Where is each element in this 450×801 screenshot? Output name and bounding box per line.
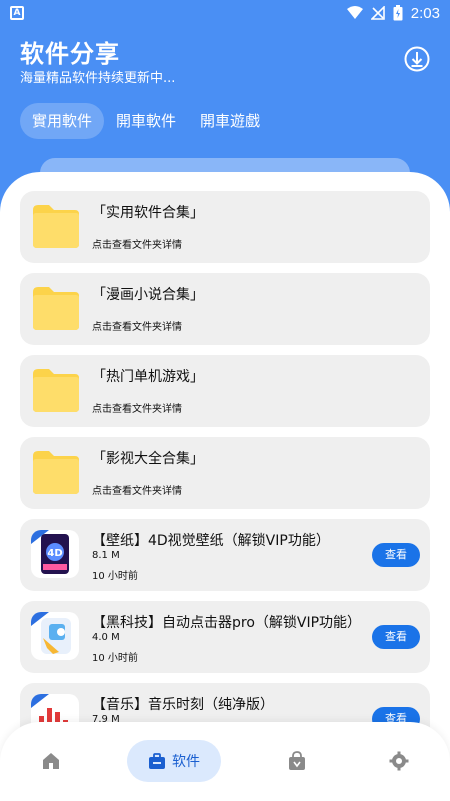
view-button[interactable]: 查看 xyxy=(372,625,420,649)
folder-card[interactable]: 「漫画小说合集」 点击查看文件夹详情 xyxy=(20,273,430,345)
folder-subtitle: 点击查看文件夹详情 xyxy=(92,486,182,497)
app-card[interactable]: 【黑科技】自动点击器pro（解锁VIP功能） 4.0 M 10 小时前 查看 xyxy=(20,601,430,673)
folder-card[interactable]: 「影视大全合集」 点击查看文件夹详情 xyxy=(20,437,430,509)
folder-title: 「热门单机游戏」 xyxy=(92,369,204,385)
app-time: 10 小时前 xyxy=(92,571,138,582)
folder-title: 「实用软件合集」 xyxy=(92,205,204,221)
tab-practical-software[interactable]: 實用軟件 xyxy=(20,103,105,139)
nav-software[interactable]: 软件 xyxy=(127,740,221,782)
nav-settings[interactable] xyxy=(378,740,420,782)
folder-icon xyxy=(33,451,79,494)
app-notification-icon: A xyxy=(10,6,24,20)
app-card[interactable]: 4D 【壁纸】4D视觉壁纸（解锁VIP功能） 8.1 M 10 小时前 查看 xyxy=(20,519,430,591)
status-time: 2:03 xyxy=(410,4,440,22)
folder-title: 「漫画小说合集」 xyxy=(92,287,204,303)
tab-driving-software[interactable]: 開車軟件 xyxy=(104,103,188,139)
home-icon xyxy=(43,753,59,769)
folder-icon xyxy=(33,205,79,248)
app-time: 10 小时前 xyxy=(92,653,138,664)
folder-icon xyxy=(33,287,79,330)
nav-software-label: 软件 xyxy=(172,754,200,770)
view-button[interactable]: 查看 xyxy=(372,543,420,567)
nav-home[interactable] xyxy=(30,740,72,782)
auto-clicker-app-icon xyxy=(31,612,79,660)
download-icon xyxy=(404,46,430,72)
header: A 2:03 软件分享 海量精品软件持续更新中... 實用軟件 開車軟件 開車遊… xyxy=(0,0,450,200)
folder-subtitle: 点击查看文件夹详情 xyxy=(92,404,182,415)
toolbox-icon xyxy=(149,753,165,769)
app-size: 4.0 M xyxy=(92,632,120,643)
battery-icon xyxy=(393,5,403,21)
settings-icon xyxy=(389,751,409,771)
svg-text:4D: 4D xyxy=(47,548,62,559)
folder-card[interactable]: 「实用软件合集」 点击查看文件夹详情 xyxy=(20,191,430,263)
category-tabs: 實用軟件 開車軟件 開車遊戲 xyxy=(20,103,272,139)
tab-driving-games[interactable]: 開車遊戲 xyxy=(188,103,272,139)
app-title: 【音乐】音乐时刻（纯净版） xyxy=(92,697,274,713)
page-subtitle: 海量精品软件持续更新中... xyxy=(20,71,176,86)
download-button[interactable] xyxy=(404,46,430,72)
folder-title: 「影视大全合集」 xyxy=(92,451,204,467)
content-panel: 「实用软件合集」 点击查看文件夹详情 「漫画小说合集」 点击查看文件夹详情 「热… xyxy=(0,172,450,801)
nav-bag[interactable] xyxy=(276,740,318,782)
no-signal-icon xyxy=(370,6,385,20)
app-size: 8.1 M xyxy=(92,550,120,561)
wifi-icon xyxy=(346,6,363,19)
app-title: 【黑科技】自动点击器pro（解锁VIP功能） xyxy=(92,615,362,631)
folder-subtitle: 点击查看文件夹详情 xyxy=(92,240,182,251)
page-title: 软件分享 xyxy=(20,40,120,68)
folder-card[interactable]: 「热门单机游戏」 点击查看文件夹详情 xyxy=(20,355,430,427)
folder-icon xyxy=(33,369,79,412)
folder-subtitle: 点击查看文件夹详情 xyxy=(92,322,182,333)
wallpaper-app-icon: 4D xyxy=(31,530,79,578)
bag-icon xyxy=(289,751,305,770)
status-bar: A 2:03 xyxy=(0,0,450,26)
bottom-navigation: 软件 xyxy=(0,722,450,801)
app-title: 【壁纸】4D视觉壁纸（解锁VIP功能） xyxy=(92,533,330,549)
item-list: 「实用软件合集」 点击查看文件夹详情 「漫画小说合集」 点击查看文件夹详情 「热… xyxy=(20,191,430,765)
